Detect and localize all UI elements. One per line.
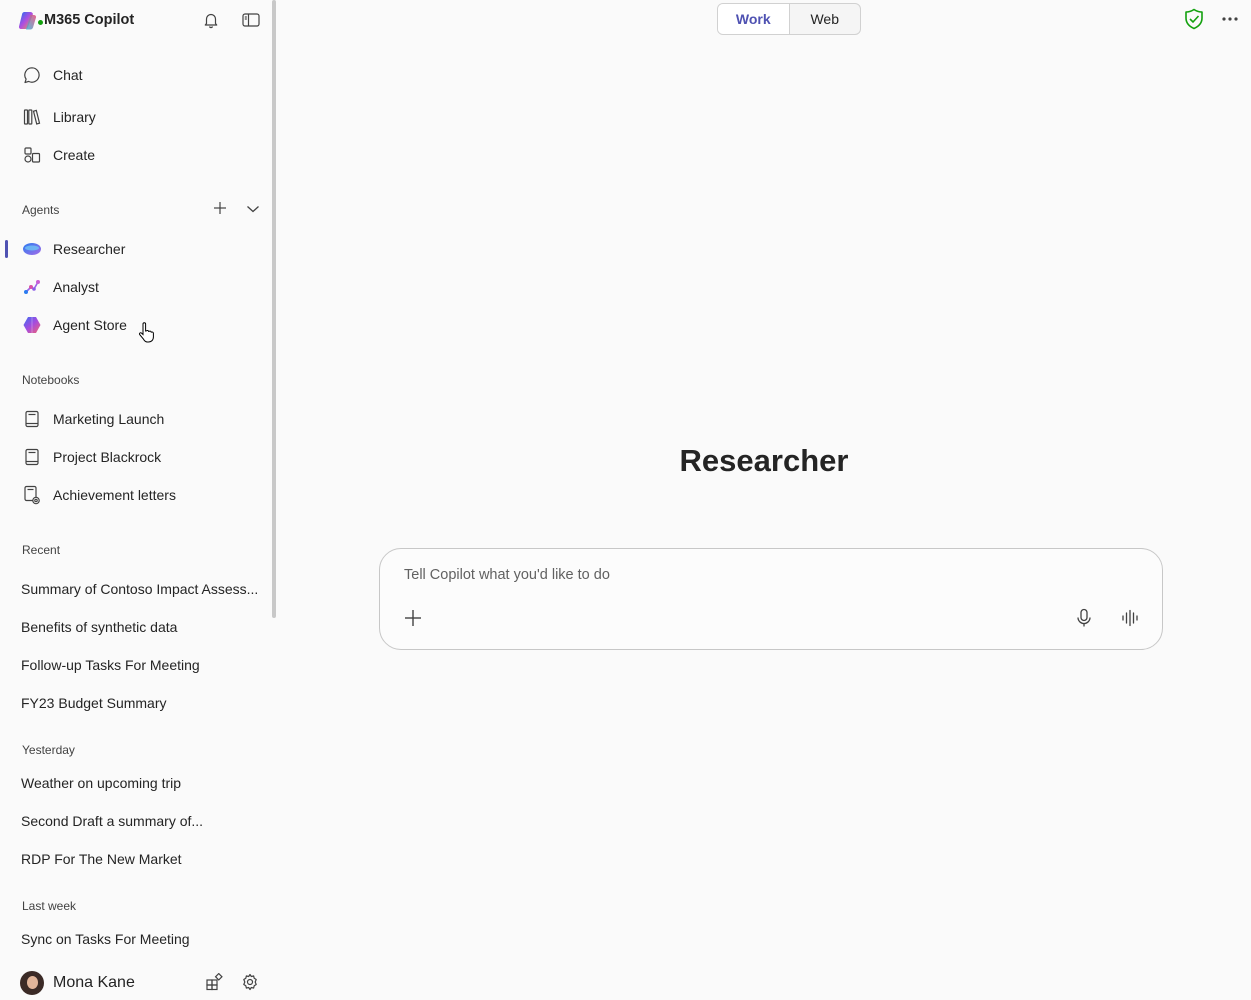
sidebar-scrollbar[interactable] <box>272 0 276 618</box>
yesterday-chat-item[interactable]: Second Draft a summary of... <box>21 813 203 829</box>
last-week-chat-item[interactable]: Sync on Tasks For Meeting <box>21 931 190 947</box>
work-web-toggle: Work Web <box>717 3 861 35</box>
notebooks-section-label: Notebooks <box>22 373 80 387</box>
agents-collapse-chevron-down-icon[interactable] <box>242 198 264 220</box>
apps-grid-icon[interactable] <box>203 971 225 993</box>
agent-item-researcher[interactable]: Researcher <box>22 237 125 261</box>
notifications-bell-icon[interactable] <box>200 9 222 31</box>
nav-chat[interactable]: Chat <box>22 63 83 87</box>
user-name[interactable]: Mona Kane <box>53 974 135 992</box>
agent-item-label: Agent Store <box>53 317 127 333</box>
notebook-item-marketing-launch[interactable]: Marketing Launch <box>22 407 164 431</box>
prompt-input[interactable] <box>404 565 1044 585</box>
last-week-section-label: Last week <box>22 899 77 913</box>
settings-gear-icon[interactable] <box>239 971 261 993</box>
prompt-composer <box>379 548 1163 650</box>
agent-item-label: Analyst <box>53 279 99 295</box>
sidebar: M365 Copilot Chat Library Create Agents … <box>0 0 272 1000</box>
toggle-work-button[interactable]: Work <box>718 4 790 34</box>
notebook-icon <box>22 409 42 429</box>
user-footer: Mona Kane <box>20 970 265 996</box>
add-attachment-plus-icon[interactable] <box>400 605 426 631</box>
nav-create[interactable]: Create <box>22 143 95 167</box>
researcher-agent-icon <box>22 239 42 259</box>
notebook-item-label: Project Blackrock <box>53 449 162 465</box>
library-books-icon <box>22 107 42 127</box>
mouse-pointer-hand-icon <box>138 322 154 343</box>
analyst-agent-icon <box>22 277 42 297</box>
agents-section-label: Agents <box>22 203 60 217</box>
main-content: Work Web Researcher <box>277 0 1251 1000</box>
create-shapes-icon <box>22 145 42 165</box>
avatar[interactable] <box>20 971 44 995</box>
recent-section-label: Recent <box>22 543 61 557</box>
agent-item-label: Researcher <box>53 241 126 257</box>
page-title: Researcher <box>679 443 849 478</box>
nav-library-label: Library <box>53 109 96 125</box>
recent-chat-item[interactable]: Summary of Contoso Impact Assess... <box>21 581 258 597</box>
microphone-icon[interactable] <box>1071 605 1097 631</box>
yesterday-chat-item[interactable]: Weather on upcoming trip <box>21 775 181 791</box>
notebook-icon <box>22 447 42 467</box>
notebook-item-project-blackrock[interactable]: Project Blackrock <box>22 445 161 469</box>
nav-chat-label: Chat <box>53 67 83 83</box>
chat-bubble-icon <box>22 65 42 85</box>
toggle-web-button[interactable]: Web <box>790 4 861 34</box>
notebook-item-label: Marketing Launch <box>53 411 165 427</box>
recent-chat-item[interactable]: Benefits of synthetic data <box>21 619 177 635</box>
sidebar-toggle-icon[interactable] <box>240 9 262 31</box>
agent-item-agent-store[interactable]: Agent Store <box>22 313 127 337</box>
notebook-item-achievement-letters[interactable]: Achievement letters <box>22 483 176 507</box>
yesterday-chat-item[interactable]: RDP For The New Market <box>21 851 182 867</box>
notebook-shared-icon <box>22 485 42 505</box>
add-agent-plus-icon[interactable] <box>209 197 231 219</box>
agent-store-icon <box>22 315 42 335</box>
voice-waveform-icon[interactable] <box>1117 605 1143 631</box>
app-title: M365 Copilot <box>44 12 135 28</box>
presence-available-icon <box>36 18 45 27</box>
shield-check-icon[interactable] <box>1183 8 1205 30</box>
agent-item-analyst[interactable]: Analyst <box>22 275 99 299</box>
nav-library[interactable]: Library <box>22 105 96 129</box>
yesterday-section-label: Yesterday <box>22 743 75 757</box>
active-indicator <box>5 240 8 258</box>
copilot-logo-icon <box>18 11 37 30</box>
more-options-ellipsis-icon[interactable] <box>1219 8 1241 30</box>
notebook-item-label: Achievement letters <box>53 487 176 503</box>
nav-create-label: Create <box>53 147 96 163</box>
recent-chat-item[interactable]: FY23 Budget Summary <box>21 695 167 711</box>
recent-chat-item[interactable]: Follow-up Tasks For Meeting <box>21 657 200 673</box>
